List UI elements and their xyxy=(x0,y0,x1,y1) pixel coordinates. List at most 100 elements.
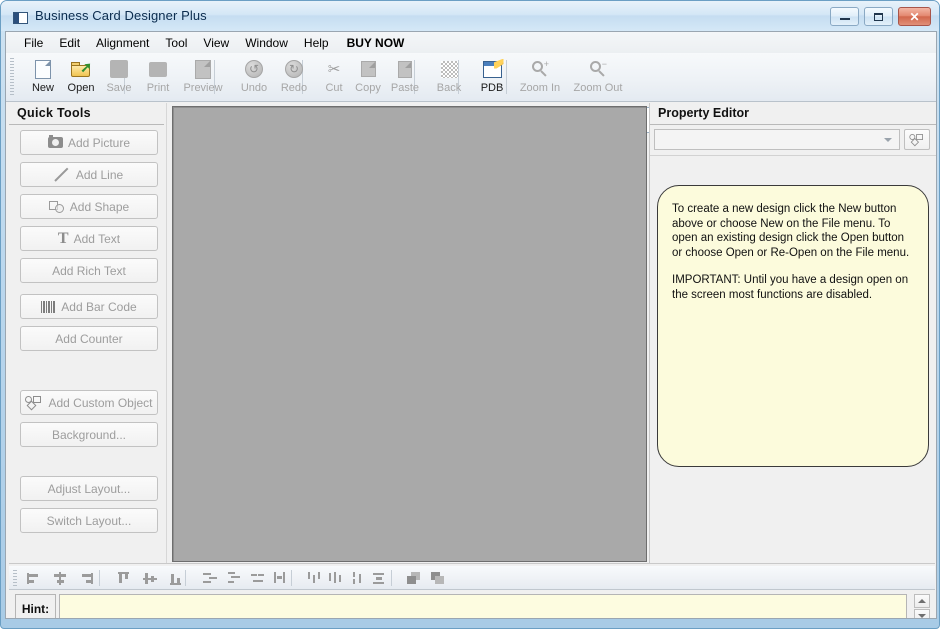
redo-icon: ↻ xyxy=(274,57,314,81)
toolbar-button-copy[interactable]: Copy xyxy=(350,56,386,98)
space-down-button[interactable] xyxy=(303,569,325,587)
horizontal-splitter[interactable] xyxy=(9,563,935,565)
space-equal-horizontal-button[interactable] xyxy=(223,569,245,587)
align-right-icon xyxy=(79,572,94,585)
align-top-icon xyxy=(117,571,132,585)
menu-item-file[interactable]: File xyxy=(16,34,51,52)
main-toolbar: New ➚ Open Save Print Preview ↺ Undo ↻ R… xyxy=(6,53,936,133)
toolbar-button-cut[interactable]: ✂ Cut xyxy=(318,56,350,98)
toolbar-button-undo[interactable]: ↺ Undo xyxy=(234,56,274,98)
align-center-horizontal-button[interactable] xyxy=(49,569,71,587)
scroll-up-button[interactable] xyxy=(914,594,930,608)
distribute-v-icon xyxy=(351,571,366,585)
hint-paragraph-2: IMPORTANT: Until you have a design open … xyxy=(672,274,909,301)
menu-bar: File Edit Alignment Tool View Window Hel… xyxy=(6,32,936,53)
property-editor-header: Property Editor xyxy=(650,103,936,125)
close-button[interactable]: ✕ xyxy=(898,7,931,26)
window-title: Business Card Designer Plus xyxy=(35,8,207,23)
toolbar-separator xyxy=(99,570,100,586)
hint-scrollbar[interactable] xyxy=(914,594,930,618)
align-right-button[interactable] xyxy=(75,569,97,587)
custom-object-icon xyxy=(908,133,926,147)
toolbar-button-zoom-in[interactable]: + Zoom In xyxy=(514,56,566,98)
custom-object-icon xyxy=(25,395,43,410)
toolbar-button-paste[interactable]: Paste xyxy=(386,56,424,98)
menu-item-tool[interactable]: Tool xyxy=(157,34,195,52)
toolbar-button-zoom-out[interactable]: − Zoom Out xyxy=(568,56,628,98)
toolbar-separator xyxy=(391,570,392,586)
hint-text-field[interactable] xyxy=(59,594,907,618)
distribute-horizontal-button[interactable] xyxy=(247,569,269,587)
space-down-icon xyxy=(307,571,322,585)
send-to-back-button[interactable] xyxy=(427,569,449,587)
property-editor-title: Property Editor xyxy=(658,106,749,120)
align-left-icon xyxy=(26,572,42,585)
scroll-down-icon xyxy=(918,614,926,618)
space-equal-vertical-button[interactable] xyxy=(325,569,347,587)
menu-item-help[interactable]: Help xyxy=(296,34,337,52)
toolbar-drag-grip[interactable] xyxy=(10,58,14,96)
add-shape-button[interactable]: Add Shape xyxy=(20,194,158,219)
align-center-h-icon xyxy=(53,571,68,585)
center-on-page-vertical-button[interactable] xyxy=(369,569,391,587)
property-editor-panel: Property Editor To create a new design c… xyxy=(649,103,936,563)
property-editor-divider xyxy=(650,155,936,156)
toolbar-button-pdb[interactable]: PDB xyxy=(474,56,510,98)
bring-to-front-button[interactable] xyxy=(403,569,425,587)
camera-icon xyxy=(47,135,63,148)
distribute-vertical-button[interactable] xyxy=(347,569,369,587)
select-object-button[interactable] xyxy=(904,129,930,150)
alignment-toolbar-drag-grip[interactable] xyxy=(13,570,17,586)
toolbar-button-open[interactable]: ➚ Open xyxy=(62,56,100,98)
toolbar-button-back[interactable]: Back xyxy=(430,56,468,98)
toolbar-button-redo[interactable]: ↻ Redo xyxy=(274,56,314,98)
adjust-layout-button[interactable]: Adjust Layout... xyxy=(20,476,158,501)
undo-icon: ↺ xyxy=(234,57,274,81)
background-button[interactable]: Background... xyxy=(20,422,158,447)
menu-item-alignment[interactable]: Alignment xyxy=(88,34,157,52)
close-icon: ✕ xyxy=(909,9,920,24)
add-picture-button[interactable]: Add Picture xyxy=(20,130,158,155)
center-on-page-horizontal-button[interactable] xyxy=(269,569,291,587)
distribute-h-icon xyxy=(250,572,266,585)
menu-item-view[interactable]: View xyxy=(195,34,237,52)
align-top-button[interactable] xyxy=(113,569,135,587)
add-bar-code-button[interactable]: Add Bar Code xyxy=(20,294,158,319)
design-workspace[interactable] xyxy=(166,103,647,563)
align-left-button[interactable] xyxy=(23,569,45,587)
add-line-button[interactable]: Add Line xyxy=(20,162,158,187)
space-equal-h-icon xyxy=(227,571,242,585)
bring-to-front-icon xyxy=(406,571,422,585)
add-rich-text-button[interactable]: Add Rich Text xyxy=(20,258,158,283)
toolbar-button-save[interactable]: Save xyxy=(100,56,138,98)
client-area: File Edit Alignment Tool View Window Hel… xyxy=(5,31,937,619)
toolbar-button-new[interactable]: New xyxy=(24,56,62,98)
menu-item-window[interactable]: Window xyxy=(237,34,296,52)
space-across-button[interactable] xyxy=(199,569,221,587)
maximize-button[interactable] xyxy=(864,7,893,26)
toolbar-button-preview[interactable]: Preview xyxy=(178,56,228,98)
paste-icon xyxy=(386,57,424,81)
line-icon xyxy=(55,168,71,182)
property-object-combo[interactable] xyxy=(654,129,900,150)
add-counter-button[interactable]: Add Counter xyxy=(20,326,158,351)
minimize-button[interactable] xyxy=(830,7,859,26)
toolbar-button-print[interactable]: Print xyxy=(138,56,178,98)
menu-item-edit[interactable]: Edit xyxy=(51,34,88,52)
menu-item-buy-now[interactable]: BUY NOW xyxy=(337,34,413,52)
scroll-down-button[interactable] xyxy=(914,609,930,618)
maximize-icon xyxy=(865,8,892,25)
printer-icon xyxy=(138,57,178,81)
align-middle-vertical-button[interactable] xyxy=(139,569,161,587)
add-custom-object-button[interactable]: Add Custom Object xyxy=(20,390,158,415)
scroll-up-icon xyxy=(918,599,926,603)
switch-layout-button[interactable]: Switch Layout... xyxy=(20,508,158,533)
align-bottom-icon xyxy=(169,572,184,585)
quick-tools-header: Quick Tools xyxy=(9,103,164,125)
save-disk-icon xyxy=(100,57,138,81)
scissors-icon: ✂ xyxy=(327,60,341,78)
new-document-icon xyxy=(24,57,62,81)
align-bottom-button[interactable] xyxy=(165,569,187,587)
design-canvas[interactable] xyxy=(172,106,647,562)
add-text-button[interactable]: T Add Text xyxy=(20,226,158,251)
